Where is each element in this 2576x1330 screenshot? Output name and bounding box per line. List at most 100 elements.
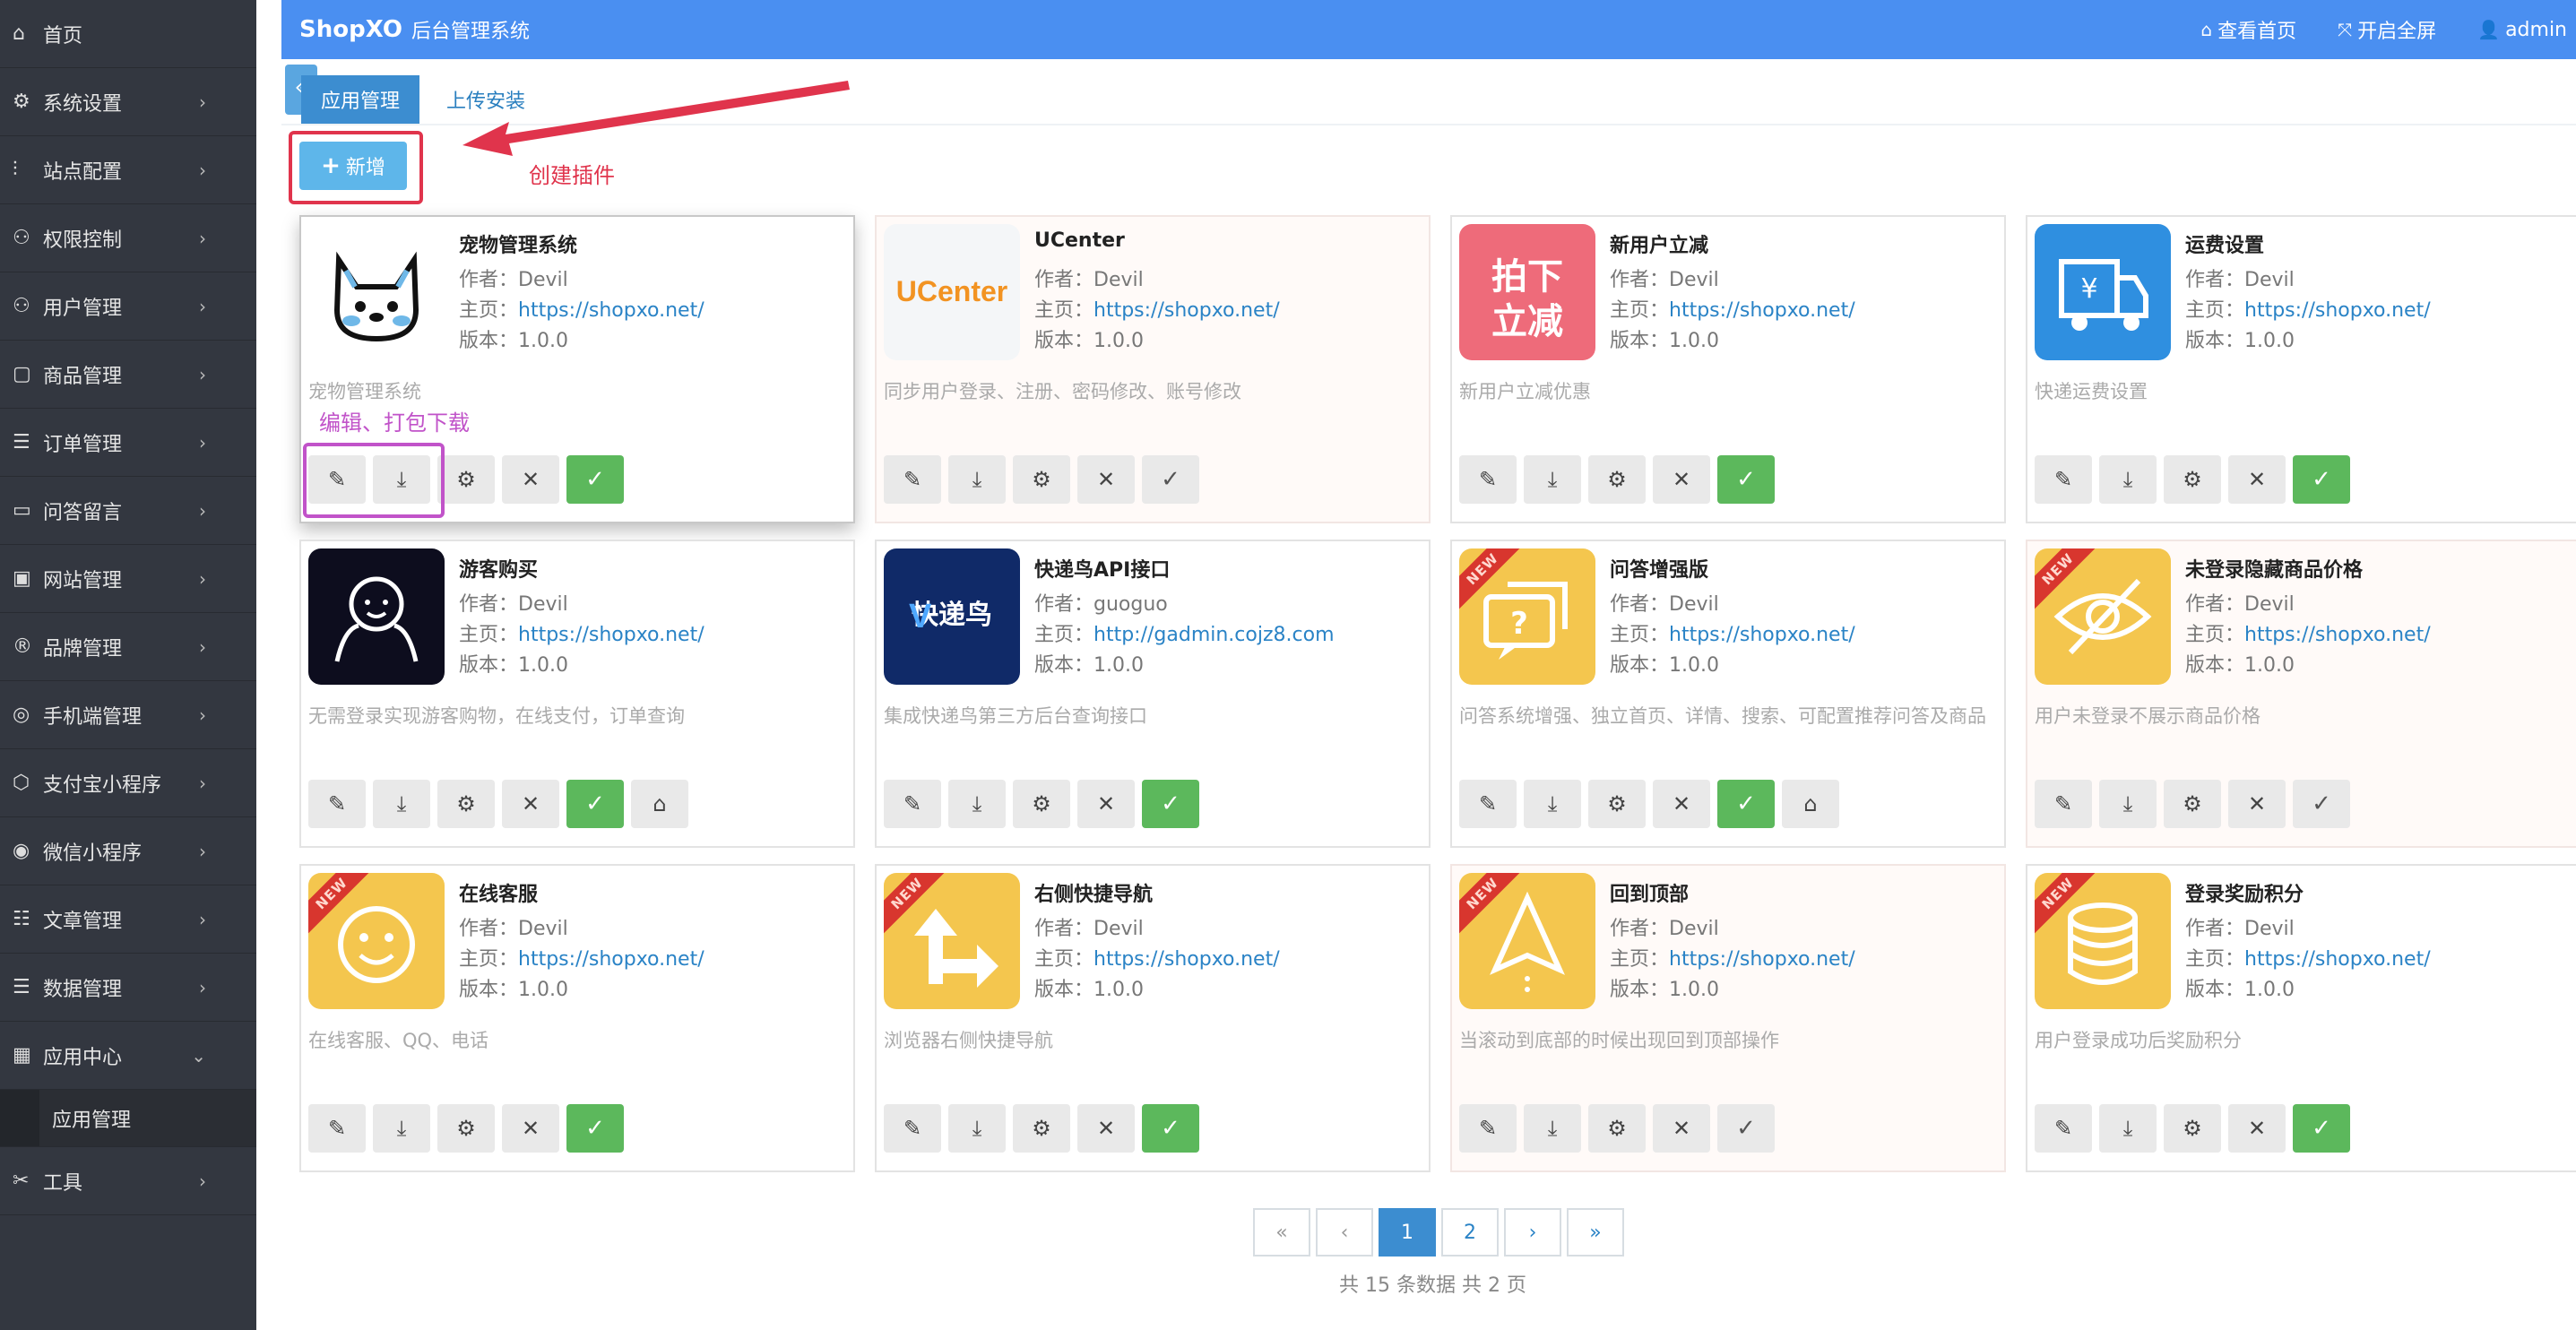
disable-button[interactable]: ✓ — [1142, 780, 1199, 828]
sidebar-item[interactable]: ☰ 数据管理 › — [0, 954, 256, 1022]
homepage-link[interactable]: https://shopxo.net/ — [518, 948, 705, 971]
brand-name[interactable]: ShopXO — [299, 16, 402, 43]
download-button[interactable]: ⤓ — [1524, 1104, 1581, 1153]
sidebar-item[interactable]: ◉ 微信小程序 › — [0, 817, 256, 885]
download-button[interactable]: ⤓ — [1524, 455, 1581, 504]
download-button[interactable]: ⤓ — [373, 780, 430, 828]
homepage-link[interactable]: https://shopxo.net/ — [2244, 624, 2431, 646]
uninstall-button[interactable]: ✕ — [502, 455, 559, 504]
sidebar-item[interactable]: ⚇ 用户管理 › — [0, 272, 256, 341]
edit-button[interactable]: ✎ — [1459, 780, 1517, 828]
edit-button[interactable]: ✎ — [308, 1104, 366, 1153]
tab-app-management[interactable]: 应用管理 — [301, 75, 420, 124]
download-button[interactable]: ⤓ — [2099, 780, 2157, 828]
uninstall-button[interactable]: ✕ — [1077, 455, 1135, 504]
edit-button[interactable]: ✎ — [1459, 1104, 1517, 1153]
header-link[interactable]: ⌂ 查看首页 — [2200, 15, 2296, 44]
settings-button[interactable]: ⚙ — [1588, 455, 1646, 504]
disable-button[interactable]: ✓ — [566, 455, 624, 504]
page-button[interactable]: 2 — [1441, 1208, 1499, 1257]
settings-button[interactable]: ⚙ — [1013, 455, 1070, 504]
next-page-button[interactable]: › — [1504, 1208, 1561, 1257]
homepage-link[interactable]: https://shopxo.net/ — [2244, 948, 2431, 971]
edit-button[interactable]: ✎ — [2035, 780, 2092, 828]
settings-button[interactable]: ⚙ — [1013, 1104, 1070, 1153]
sidebar-item[interactable]: ☷ 文章管理 › — [0, 885, 256, 954]
edit-button[interactable]: ✎ — [884, 780, 941, 828]
sidebar-subitem-app-management[interactable]: 应用管理 — [0, 1090, 256, 1147]
homepage-link[interactable]: https://shopxo.net/ — [1669, 299, 1855, 322]
homepage-link[interactable]: https://shopxo.net/ — [1669, 624, 1855, 646]
sidebar-item[interactable]: ⬡ 支付宝小程序 › — [0, 749, 256, 817]
settings-button[interactable]: ⚙ — [437, 455, 495, 504]
homepage-link[interactable]: http://gadmin.cojz8.com — [1094, 624, 1334, 646]
plugin-home-button[interactable]: ⌂ — [1782, 780, 1839, 828]
homepage-link[interactable]: https://shopxo.net/ — [2244, 299, 2431, 322]
sidebar-item[interactable]: ▢ 商品管理 › — [0, 341, 256, 409]
download-button[interactable]: ⤓ — [948, 1104, 1006, 1153]
disable-button[interactable]: ✓ — [1717, 455, 1775, 504]
disable-button[interactable]: ✓ — [1717, 780, 1775, 828]
sidebar-item[interactable]: ▦ 应用中心 ⌄ — [0, 1022, 256, 1090]
settings-button[interactable]: ⚙ — [1588, 780, 1646, 828]
settings-button[interactable]: ⚙ — [437, 780, 495, 828]
sidebar-item[interactable]: ⫶ 站点配置 › — [0, 136, 256, 204]
edit-button[interactable]: ✎ — [884, 455, 941, 504]
download-button[interactable]: ⤓ — [373, 1104, 430, 1153]
download-button[interactable]: ⤓ — [2099, 455, 2157, 504]
disable-button[interactable]: ✓ — [566, 1104, 624, 1153]
homepage-link[interactable]: https://shopxo.net/ — [518, 299, 705, 322]
download-button[interactable]: ⤓ — [2099, 1104, 2157, 1153]
sidebar-item[interactable]: ☰ 订单管理 › — [0, 409, 256, 477]
uninstall-button[interactable]: ✕ — [1077, 780, 1135, 828]
settings-button[interactable]: ⚙ — [1013, 780, 1070, 828]
uninstall-button[interactable]: ✕ — [2228, 1104, 2286, 1153]
sidebar-item[interactable]: ▣ 网站管理 › — [0, 545, 256, 613]
sidebar-item-tools[interactable]: ✂ 工具 › — [0, 1147, 256, 1215]
edit-button[interactable]: ✎ — [308, 780, 366, 828]
homepage-link[interactable]: https://shopxo.net/ — [1094, 948, 1280, 971]
add-plugin-button[interactable]: + 新增 — [299, 142, 407, 190]
enable-button[interactable]: ✓ — [1142, 455, 1199, 504]
download-button[interactable]: ⤓ — [948, 455, 1006, 504]
settings-button[interactable]: ⚙ — [437, 1104, 495, 1153]
uninstall-button[interactable]: ✕ — [1653, 780, 1710, 828]
sidebar-item[interactable]: ⌂ 首页 — [0, 0, 256, 68]
disable-button[interactable]: ✓ — [566, 780, 624, 828]
settings-button[interactable]: ⚙ — [2164, 455, 2221, 504]
page-button[interactable]: 1 — [1379, 1208, 1436, 1257]
settings-button[interactable]: ⚙ — [2164, 780, 2221, 828]
sidebar-item[interactable]: ⚇ 权限控制 › — [0, 204, 256, 272]
header-link[interactable]: ⤧ 开启全屏 — [2338, 15, 2436, 44]
disable-button[interactable]: ✓ — [2293, 455, 2350, 504]
edit-button[interactable]: ✎ — [1459, 455, 1517, 504]
sidebar-item[interactable]: ® 品牌管理 › — [0, 613, 256, 681]
homepage-link[interactable]: https://shopxo.net/ — [518, 624, 705, 646]
settings-button[interactable]: ⚙ — [1588, 1104, 1646, 1153]
uninstall-button[interactable]: ✕ — [502, 780, 559, 828]
edit-button[interactable]: ✎ — [2035, 455, 2092, 504]
download-button[interactable]: ⤓ — [948, 780, 1006, 828]
sidebar-item[interactable]: ◎ 手机端管理 › — [0, 681, 256, 749]
sidebar-item[interactable]: ⚙ 系统设置 › — [0, 68, 256, 136]
homepage-link[interactable]: https://shopxo.net/ — [1094, 299, 1280, 322]
settings-button[interactable]: ⚙ — [2164, 1104, 2221, 1153]
download-button[interactable]: ⤓ — [1524, 780, 1581, 828]
sidebar-item[interactable]: ▭ 问答留言 › — [0, 477, 256, 545]
uninstall-button[interactable]: ✕ — [1653, 455, 1710, 504]
enable-button[interactable]: ✓ — [2293, 780, 2350, 828]
last-page-button[interactable]: » — [1567, 1208, 1624, 1257]
plugin-home-button[interactable]: ⌂ — [631, 780, 688, 828]
uninstall-button[interactable]: ✕ — [502, 1104, 559, 1153]
uninstall-button[interactable]: ✕ — [2228, 455, 2286, 504]
disable-button[interactable]: ✓ — [2293, 1104, 2350, 1153]
disable-button[interactable]: ✓ — [1142, 1104, 1199, 1153]
uninstall-button[interactable]: ✕ — [2228, 780, 2286, 828]
prev-page-button[interactable]: ‹ — [1316, 1208, 1373, 1257]
header-link[interactable]: 👤 admin — [2477, 19, 2567, 41]
uninstall-button[interactable]: ✕ — [1653, 1104, 1710, 1153]
uninstall-button[interactable]: ✕ — [1077, 1104, 1135, 1153]
edit-button[interactable]: ✎ — [884, 1104, 941, 1153]
enable-button[interactable]: ✓ — [1717, 1104, 1775, 1153]
edit-button[interactable]: ✎ — [2035, 1104, 2092, 1153]
